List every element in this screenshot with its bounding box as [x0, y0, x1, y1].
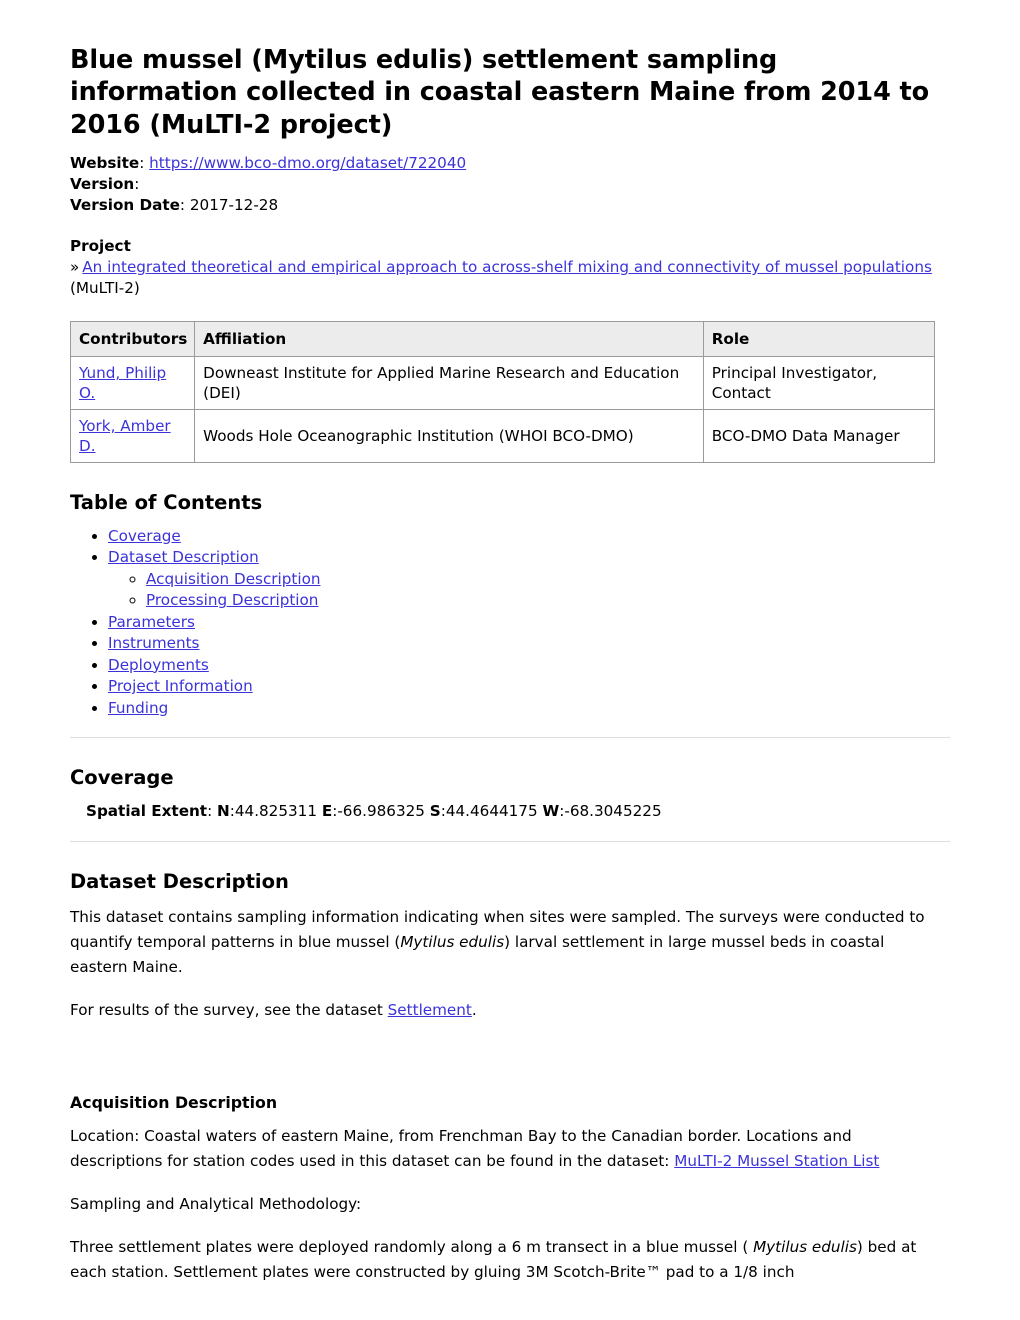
dataset-description-paragraph-2: For results of the survey, see the datas… — [70, 998, 935, 1023]
column-header-affiliation: Affiliation — [194, 321, 704, 358]
methodology-part-a: Three settlement plates were deployed ra… — [70, 1238, 754, 1257]
affiliation-cell: Woods Hole Oceanographic Institution (WH… — [194, 409, 704, 464]
role-cell: Principal Investigator, Contact — [702, 356, 936, 411]
toc-list: Coverage Dataset Description Acquisition… — [70, 526, 950, 720]
toc-item-processing-description: Processing Description — [146, 590, 950, 612]
species-name-italic: Mytilus edulis — [400, 932, 505, 951]
toc-link-deployments[interactable]: Deployments — [108, 656, 209, 674]
contributor-link[interactable]: Yund, Philip O. — [79, 364, 166, 402]
toc-item-dataset-description: Dataset Description Acquisition Descript… — [108, 547, 950, 612]
contributor-link[interactable]: York, Amber D. — [79, 417, 171, 455]
acquisition-description-heading: Acquisition Description — [70, 1092, 278, 1112]
east-label: E — [321, 802, 333, 821]
table-row: Yund, Philip O. Downeast Institute for A… — [69, 356, 936, 411]
version-label: Version — [70, 175, 135, 194]
west-value: :-68.3045225 — [559, 802, 662, 821]
north-value: :44.825311 — [229, 802, 317, 821]
toc-link-processing-description[interactable]: Processing Description — [146, 591, 318, 609]
methodology-paragraph: Three settlement plates were deployed ra… — [70, 1235, 935, 1285]
east-value: :-66.986325 — [332, 802, 425, 821]
version-date-line: Version Date: 2017-12-28 — [70, 195, 950, 216]
version-line: Version: — [70, 174, 950, 195]
station-list-link[interactable]: MuLTI-2 Mussel Station List — [674, 1152, 879, 1170]
document-metadata: Website: https://www.bco-dmo.org/dataset… — [70, 153, 950, 216]
website-link[interactable]: https://www.bco-dmo.org/dataset/722040 — [149, 154, 466, 172]
toc-link-coverage[interactable]: Coverage — [108, 527, 181, 545]
project-marker: » — [70, 258, 80, 277]
toc-item-deployments: Deployments — [108, 655, 950, 677]
table-row: York, Amber D. Woods Hole Oceanographic … — [69, 409, 936, 464]
methodology-heading-line: Sampling and Analytical Methodology: — [70, 1195, 362, 1214]
version-date-label: Version Date — [70, 196, 180, 215]
website-line: Website: https://www.bco-dmo.org/dataset… — [70, 153, 950, 174]
south-label: S — [429, 802, 441, 821]
paragraph2-part-b: . — [471, 1000, 477, 1019]
north-label: N — [217, 802, 230, 821]
table-header-row: Contributors Affiliation Role — [69, 321, 936, 358]
spatial-extent-label: Spatial Extent — [86, 802, 208, 821]
toc-sublist: Acquisition Description Processing Descr… — [108, 569, 950, 612]
project-line: » An integrated theoretical and empirical… — [70, 257, 950, 299]
contributor-name-cell: Yund, Philip O. — [69, 356, 196, 411]
west-label: W — [542, 802, 560, 821]
dataset-description-heading: Dataset Description — [70, 870, 289, 894]
role-cell: BCO-DMO Data Manager — [702, 409, 936, 464]
document-page: Blue mussel (Mytilus edulis) settlement … — [0, 0, 1020, 1285]
toc-item-funding: Funding — [108, 698, 950, 720]
version-colon: : — [134, 175, 140, 194]
toc-item-acquisition-description: Acquisition Description — [146, 569, 950, 591]
contributors-table: Contributors Affiliation Role Yund, Phil… — [69, 321, 936, 464]
version-date-colon: : — [179, 196, 190, 215]
toc-item-parameters: Parameters — [108, 612, 950, 634]
contributor-name-cell: York, Amber D. — [69, 409, 196, 464]
settlement-dataset-link[interactable]: Settlement — [388, 1001, 472, 1019]
page-title: Blue mussel (Mytilus edulis) settlement … — [70, 45, 930, 140]
project-suffix: (MuLTI-2) — [70, 279, 140, 298]
toc-link-funding[interactable]: Funding — [108, 699, 168, 717]
column-header-role: Role — [702, 321, 936, 358]
project-heading: Project — [70, 237, 131, 256]
section-divider — [70, 737, 950, 738]
version-date-value: 2017-12-28 — [189, 196, 279, 215]
section-divider — [70, 841, 950, 843]
species-name-italic: Mytilus edulis — [753, 1238, 857, 1257]
toc-item-project-information: Project Information — [108, 676, 950, 698]
dataset-description-paragraph-1: This dataset contains sampling informati… — [70, 905, 935, 980]
toc-link-parameters[interactable]: Parameters — [108, 613, 195, 631]
acquisition-location-paragraph: Location: Coastal waters of eastern Main… — [70, 1124, 935, 1174]
affiliation-cell: Downeast Institute for Applied Marine Re… — [194, 356, 704, 411]
column-header-contributors: Contributors — [69, 321, 196, 358]
spatial-extent-line: Spatial Extent: N:44.825311 E:-66.986325… — [86, 802, 662, 821]
toc-link-project-information[interactable]: Project Information — [108, 677, 253, 695]
website-label: Website — [70, 154, 140, 173]
project-block: Project » An integrated theoretical and e… — [70, 236, 950, 299]
paragraph2-part-a: For results of the survey, see the datas… — [70, 1000, 388, 1019]
coverage-heading: Coverage — [70, 766, 174, 789]
toc-link-instruments[interactable]: Instruments — [108, 634, 199, 652]
toc-link-dataset-description[interactable]: Dataset Description — [108, 548, 259, 566]
toc-item-instruments: Instruments — [108, 633, 950, 655]
project-link[interactable]: An integrated theoretical and empirical … — [82, 258, 932, 276]
toc-link-acquisition-description[interactable]: Acquisition Description — [146, 570, 321, 588]
toc-item-coverage: Coverage — [108, 526, 950, 548]
south-value: :44.4644175 — [440, 802, 538, 821]
toc-heading: Table of Contents — [70, 491, 263, 515]
website-colon: : — [139, 154, 150, 173]
